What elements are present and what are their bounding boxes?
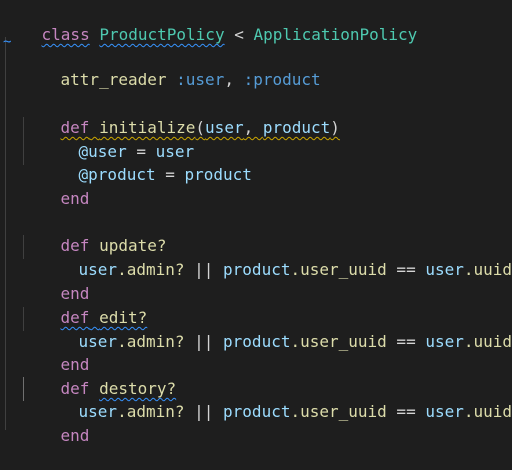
code-line-end[interactable]: end (22, 259, 90, 303)
punctuation: ( (195, 118, 206, 137)
operator: < (234, 25, 244, 44)
code-line-def-edit[interactable]: def edit? (22, 283, 148, 327)
operator: || (184, 332, 224, 351)
identifier: user (425, 402, 464, 421)
keyword: end (60, 426, 90, 445)
operator: || (184, 260, 224, 279)
punctuation: , (224, 70, 234, 89)
keyword: end (60, 189, 90, 208)
method-call: .admin? (117, 332, 185, 351)
code-line-expression[interactable]: user.admin? || product.user_uuid == user… (40, 307, 512, 351)
keyword: class (41, 25, 90, 44)
code-line-expression[interactable]: user.admin? || product.user_uuid == user… (40, 377, 512, 421)
method-call: .uuid (463, 332, 512, 351)
code-line-end[interactable]: end (22, 164, 90, 208)
parent-class: ApplicationPolicy (253, 25, 418, 44)
symbol: :product (243, 70, 321, 89)
method-call: .user_uuid (290, 332, 387, 351)
code-line-class[interactable]: class ProductPolicy < ApplicationPolicy (3, 0, 418, 44)
instance-var: @product (78, 165, 156, 184)
method-call: .uuid (463, 402, 512, 421)
identifier: user (425, 332, 464, 351)
code-line-attr-reader[interactable]: attr_reader :user, :product (22, 45, 321, 89)
code-line-assign-product[interactable]: @product = product (40, 140, 252, 184)
identifier: product (223, 402, 291, 421)
value: product (184, 165, 252, 184)
method-call: attr_reader (60, 70, 167, 89)
identifier: product (223, 260, 291, 279)
method-call: .admin? (117, 260, 185, 279)
method-call: .admin? (117, 402, 185, 421)
param: user (205, 118, 244, 137)
indent-guide (5, 37, 6, 430)
identifier: product (223, 332, 291, 351)
code-line-end[interactable]: end (22, 330, 90, 374)
identifier: user (425, 260, 464, 279)
code-line-def-initialize[interactable]: def initialize(user, product) (22, 93, 340, 137)
operator: == (386, 332, 426, 351)
code-line-assign-user[interactable]: @user = user (40, 117, 195, 161)
punctuation: ) (330, 118, 340, 137)
code-line-expression[interactable]: user.admin? || product.user_uuid == user… (40, 235, 512, 279)
operator: = (155, 165, 185, 184)
code-editor[interactable]: ~ class ProductPolicy < ApplicationPolic… (0, 0, 512, 445)
code-line-end[interactable]: end (22, 401, 90, 445)
operator: || (184, 402, 224, 421)
punctuation: , (243, 118, 263, 137)
code-line-def-update[interactable]: def update? (22, 211, 167, 255)
method-call: .user_uuid (290, 402, 387, 421)
method-call: .uuid (463, 260, 512, 279)
symbol: :user (176, 70, 225, 89)
class-name: ProductPolicy (99, 25, 225, 44)
param: product (262, 118, 331, 137)
operator: == (386, 260, 426, 279)
operator: == (386, 402, 426, 421)
method-call: .user_uuid (290, 260, 387, 279)
code-line-def-destory[interactable]: def destory? (22, 354, 177, 398)
